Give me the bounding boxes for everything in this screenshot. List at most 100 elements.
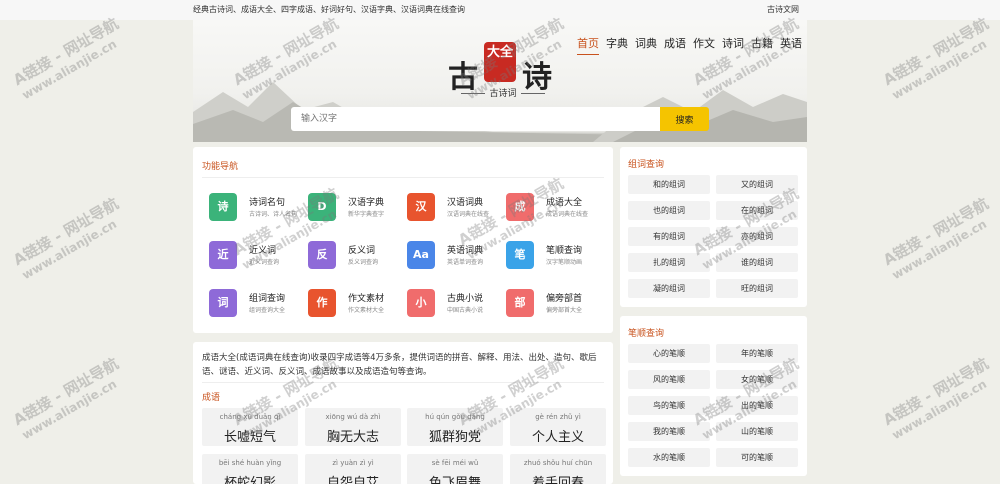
func-item[interactable]: 词 组词查询 组词查询大全: [202, 283, 302, 319]
zuci-card: 组词查询 和的组词 又的组词 也的组词 在的组词 有的组词 亦的组词 扎的组词 谁的组词 凝的组…: [620, 147, 807, 307]
nav-cidian[interactable]: 词典: [635, 35, 657, 55]
main-nav: 首页 字典 词典 成语 作文 诗词 古籍 英语: [577, 35, 802, 55]
idiom-item[interactable]: cháng xū duǎn qì 长嘘短气: [202, 408, 298, 446]
idiom-item[interactable]: gè rén zhǔ yì 个人主义: [510, 408, 606, 446]
idiom-pinyin: zì yuàn zì yì: [332, 459, 374, 467]
func-item-name: 近义词: [249, 246, 277, 256]
bishun-link[interactable]: 心的笔顺: [628, 344, 710, 363]
divider: [202, 177, 604, 178]
func-item-desc: 成语词典在线查: [546, 211, 589, 218]
zuci-link[interactable]: 也的组词: [628, 201, 710, 220]
zuci-link[interactable]: 谁的组词: [716, 253, 798, 272]
divider: [202, 382, 604, 383]
func-item-icon: 作: [308, 289, 336, 317]
func-item-name: 偏旁部首: [546, 294, 583, 304]
idiom-word: 胸无大志: [326, 430, 379, 445]
func-item-name: 成语大全: [546, 198, 583, 208]
idiom-pinyin: bēi shé huàn yǐng: [218, 459, 282, 467]
func-item[interactable]: 笔 笔顺查询汉字笔顺动画: [499, 235, 599, 271]
bishun-card: 笔顺查询 心的笔顺 年的笔顺 风的笔顺 女的笔顺 鸟的笔顺 出的笔顺 我的笔顺 山的笔顺 水的笔…: [620, 316, 807, 476]
watermark-line2: www.alianjie.cn: [889, 376, 989, 443]
zuci-link[interactable]: 有的组词: [628, 227, 710, 246]
func-item[interactable]: 诗 诗词名句 古诗词、诗人名句: [202, 187, 302, 223]
idiom-word: 狐群狗党: [428, 430, 481, 445]
watermark-line2: www.alianjie.cn: [19, 376, 119, 443]
nav-home[interactable]: 首页: [577, 35, 599, 55]
func-item-name: 汉语字典: [348, 198, 385, 208]
func-item[interactable]: 小 古典小说中国古典小说: [400, 283, 500, 319]
func-item[interactable]: 作 作文素材作文素材大全: [301, 283, 401, 319]
gushiwen-link[interactable]: 古诗文网: [767, 4, 799, 15]
bishun-link[interactable]: 女的笔顺: [716, 370, 798, 389]
bishun-link[interactable]: 风的笔顺: [628, 370, 710, 389]
zuci-link[interactable]: 在的组词: [716, 201, 798, 220]
zuci-link[interactable]: 旺的组词: [716, 279, 798, 298]
func-item-icon: 小: [407, 289, 435, 317]
logo-seal: 大全: [484, 42, 516, 82]
func-item[interactable]: 成 成语大全成语词典在线查: [499, 187, 599, 223]
bishun-link[interactable]: 山的笔顺: [716, 422, 798, 441]
func-item-icon: 诗: [209, 193, 237, 221]
func-item-icon: D: [308, 193, 336, 221]
func-item[interactable]: 反 反义词 反义词查询: [301, 235, 401, 271]
nav-chengyu[interactable]: 成语: [664, 35, 686, 55]
func-item-name: 笔顺查询: [546, 246, 583, 256]
watermark-line1: A链接 - 网址导航: [880, 14, 992, 90]
zuci-link[interactable]: 又的组词: [716, 175, 798, 194]
bishun-link[interactable]: 我的笔顺: [628, 422, 710, 441]
nav-zuowen[interactable]: 作文: [693, 35, 715, 55]
bishun-link[interactable]: 年的笔顺: [716, 344, 798, 363]
func-item-icon: 反: [308, 241, 336, 269]
search-input[interactable]: [291, 107, 661, 131]
zuci-link[interactable]: 凝的组词: [628, 279, 710, 298]
idiom-word: 杯蛇幻影: [223, 476, 276, 484]
idiom-item[interactable]: zì yuàn zì yì 自怨自艾: [305, 454, 401, 484]
func-item-name: 古典小说: [447, 294, 484, 304]
watermark: A链接 - 网址导航 www.alianjie.cn: [879, 353, 999, 443]
func-item-desc: 中国古典小说: [447, 307, 484, 314]
nav-zidian[interactable]: 字典: [606, 35, 628, 55]
idiom-word: 着手回春: [531, 476, 584, 484]
func-item-icon: 成: [506, 193, 534, 221]
idiom-item[interactable]: bēi shé huàn yǐng 杯蛇幻影: [202, 454, 298, 484]
zuci-link[interactable]: 和的组词: [628, 175, 710, 194]
func-item-desc: 汉字笔顺动画: [546, 259, 583, 266]
func-item[interactable]: 近 近义词 近义词查询: [202, 235, 302, 271]
func-item[interactable]: 汉 汉语词典 汉语词典在线查: [400, 187, 500, 223]
watermark: A链接 - 网址导航 www.alianjie.cn: [9, 353, 129, 443]
idiom-item[interactable]: sè fēi méi wǔ 色飞眉舞: [407, 454, 503, 484]
func-item-name: 作文素材: [348, 294, 385, 304]
bishun-link[interactable]: 水的笔顺: [628, 448, 710, 467]
func-item-icon: 笔: [506, 241, 534, 269]
bishun-link[interactable]: 鸟的笔顺: [628, 396, 710, 415]
zuci-link[interactable]: 亦的组词: [716, 227, 798, 246]
zuci-link[interactable]: 扎的组词: [628, 253, 710, 272]
func-item-desc: 作文素材大全: [348, 307, 385, 314]
logo-subtitle: 古诗词: [448, 86, 558, 99]
watermark-line2: www.alianjie.cn: [889, 216, 989, 283]
zuci-title: 组词查询: [628, 160, 665, 170]
idiom-section-title: 成语: [202, 393, 221, 403]
function-nav-card: 功能导航 诗 诗词名句 古诗词、诗人名句 D 汉语字典 新华字典查字 汉 汉语词典 汉语词典在线…: [193, 147, 613, 333]
func-item-icon: 词: [209, 289, 237, 317]
bishun-link[interactable]: 可的笔顺: [716, 448, 798, 467]
func-item[interactable]: D 汉语字典 新华字典查字: [301, 187, 401, 223]
site-logo[interactable]: 古 大全 诗 古诗词: [448, 40, 558, 99]
func-item[interactable]: Aa 英语词典 英语单词查询: [400, 235, 500, 271]
idiom-item[interactable]: xiōng wú dà zhì 胸无大志: [305, 408, 401, 446]
func-item-desc: 组词查询大全: [249, 307, 286, 314]
idiom-item[interactable]: zhuó shǒu huí chūn 着手回春: [510, 454, 606, 484]
watermark: A链接 - 网址导航 www.alianjie.cn: [9, 193, 129, 283]
nav-yingyu[interactable]: 英语: [780, 35, 802, 55]
nav-guji[interactable]: 古籍: [751, 35, 773, 55]
nav-shici[interactable]: 诗词: [722, 35, 744, 55]
watermark: A链接 - 网址导航 www.alianjie.cn: [879, 193, 999, 283]
bishun-title: 笔顺查询: [628, 329, 665, 339]
bishun-link[interactable]: 出的笔顺: [716, 396, 798, 415]
func-item-icon: Aa: [407, 241, 435, 269]
func-item-icon: 部: [506, 289, 534, 317]
search-button[interactable]: 搜索: [660, 107, 709, 131]
idiom-item[interactable]: hú qún gǒu dǎng 狐群狗党: [407, 408, 503, 446]
func-item[interactable]: 部 偏旁部首 偏旁部首大全: [499, 283, 599, 319]
watermark: A链接 - 网址导航 www.alianjie.cn: [9, 13, 129, 103]
